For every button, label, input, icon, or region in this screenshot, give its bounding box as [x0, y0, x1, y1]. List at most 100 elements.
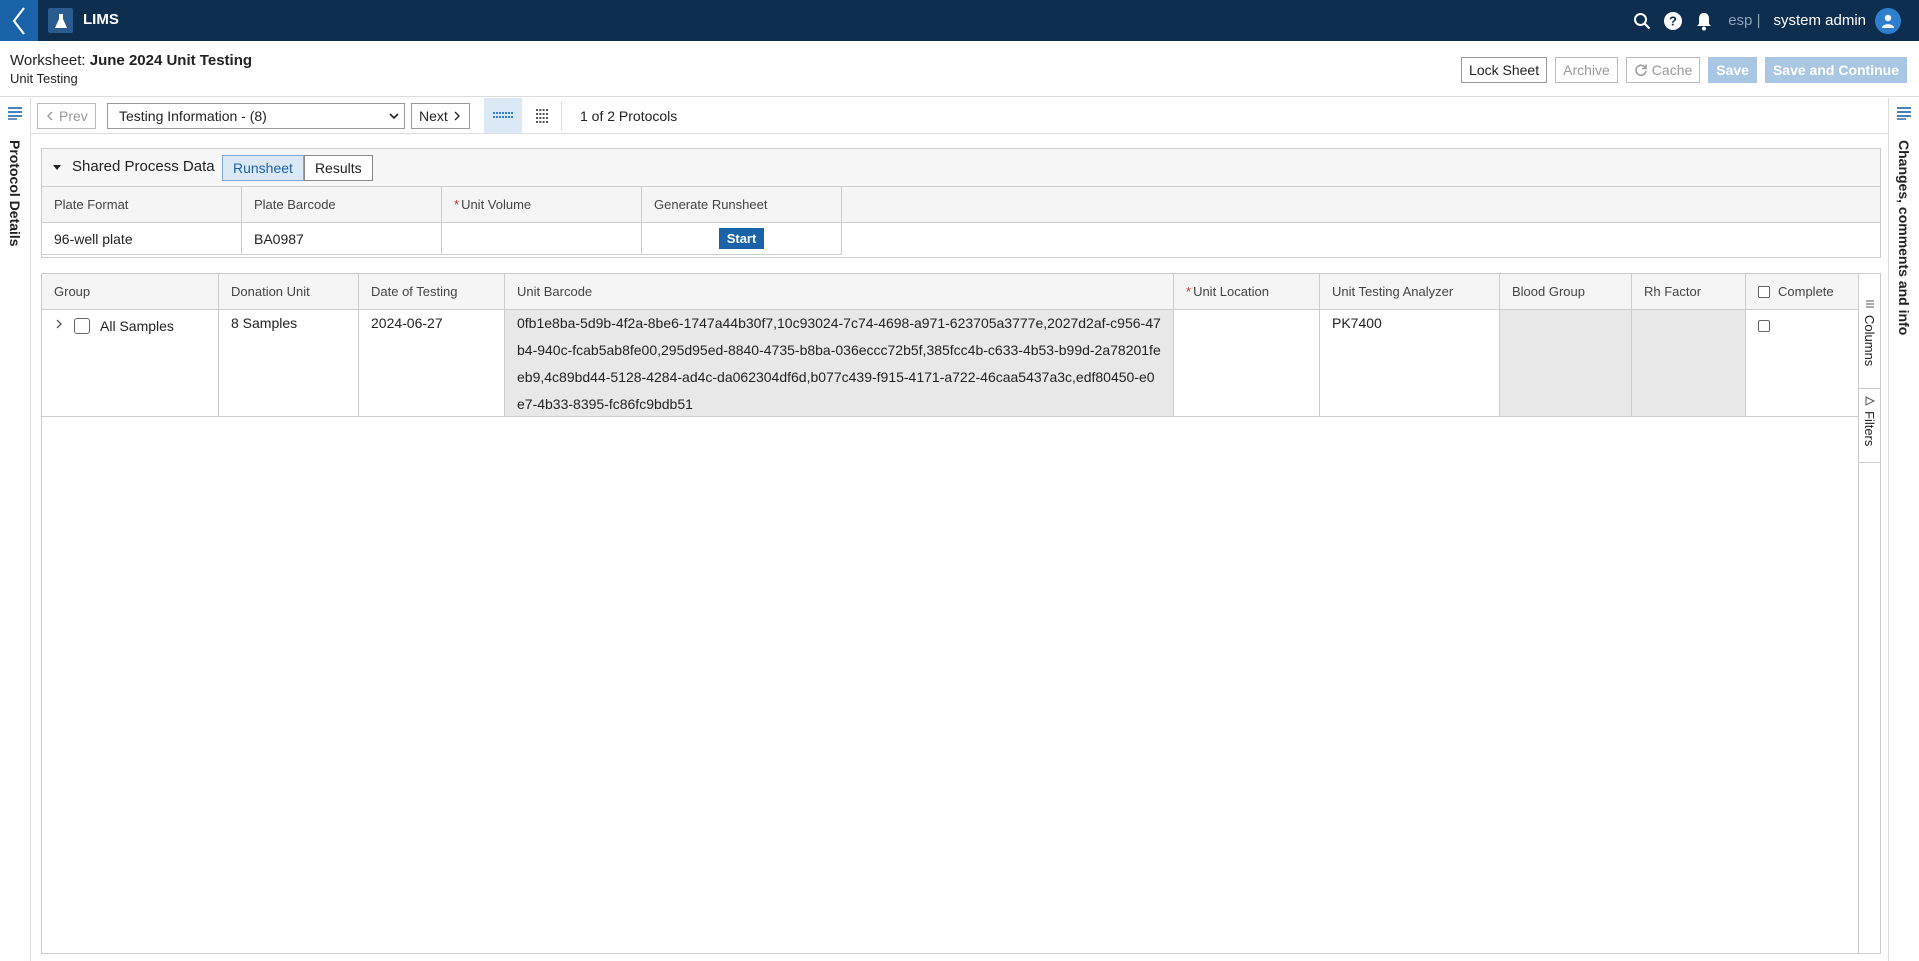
columns-icon: [1865, 300, 1874, 308]
flask-icon: [48, 8, 73, 33]
column-header[interactable]: Plate Format: [42, 187, 242, 222]
unit-barcode-cell[interactable]: 0fb1e8ba-5d9b-4f2a-8be6-1747a44b30f7,10c…: [505, 310, 1174, 416]
avatar[interactable]: [1875, 7, 1901, 34]
changes-comments-label[interactable]: Changes, comments and info: [1896, 140, 1912, 335]
blood-group-cell: [1500, 310, 1632, 416]
protocol-details-rail[interactable]: Protocol Details: [0, 98, 31, 961]
complete-cell: [1746, 310, 1859, 416]
shared-process-data-header: Shared Process Data Runsheet Results: [42, 149, 1880, 187]
protocol-select-value: Testing Information - (8): [119, 108, 267, 124]
next-button[interactable]: Next: [411, 103, 470, 129]
top-bar: LIMS ? esp | system admin: [0, 0, 1919, 41]
archive-button[interactable]: Archive: [1555, 57, 1618, 83]
prev-label: Prev: [59, 108, 88, 124]
app-title: LIMS: [83, 11, 119, 28]
unit-location-header-label: Unit Location: [1193, 284, 1269, 299]
caret-down-icon[interactable]: [52, 162, 62, 172]
column-header[interactable]: Donation Unit: [219, 274, 359, 309]
protocol-count: 1 of 2 Protocols: [580, 108, 678, 124]
help-icon[interactable]: ?: [1662, 10, 1684, 32]
cache-button[interactable]: Cache: [1625, 57, 1701, 83]
changes-comments-rail[interactable]: Changes, comments and info: [1888, 98, 1919, 961]
columns-tool[interactable]: Columns: [1862, 300, 1877, 366]
save-and-continue-button[interactable]: Save and Continue: [1764, 57, 1907, 83]
unit-volume-header-label: Unit Volume: [461, 197, 532, 212]
column-header[interactable]: * Unit Location: [1174, 274, 1320, 309]
chevron-left-icon: [47, 111, 53, 121]
select-all-complete-checkbox[interactable]: [1758, 285, 1770, 298]
search-icon[interactable]: [1631, 10, 1653, 32]
menu-lines-icon[interactable]: [7, 106, 23, 120]
save-button[interactable]: Save: [1708, 57, 1757, 83]
protocol-select[interactable]: Testing Information - (8): [107, 103, 405, 129]
column-header[interactable]: Date of Testing: [359, 274, 505, 309]
chevron-left-icon: [12, 6, 25, 35]
tenant-label: esp |: [1728, 12, 1761, 29]
column-header[interactable]: Blood Group: [1500, 274, 1632, 309]
grid-icon: [536, 108, 548, 123]
chevron-right-icon: [454, 111, 460, 121]
column-header[interactable]: Rh Factor: [1632, 274, 1746, 309]
grid-side-panel: Columns Filters: [1858, 274, 1880, 953]
protocol-details-label[interactable]: Protocol Details: [7, 140, 23, 247]
column-header[interactable]: Generate Runsheet: [642, 187, 842, 222]
table-row: All Samples 8 Samples 2024-06-27 0fb1e8b…: [42, 310, 1859, 417]
svg-text:?: ?: [1669, 13, 1677, 28]
row-view-toggle[interactable]: [484, 98, 522, 133]
divider: [1859, 388, 1880, 389]
worksheet-name: June 2024 Unit Testing: [89, 52, 253, 69]
complete-checkbox[interactable]: [1758, 320, 1770, 332]
user-icon: [1882, 14, 1894, 28]
tab-runsheet[interactable]: Runsheet: [222, 155, 304, 181]
start-button[interactable]: Start: [718, 228, 765, 249]
bell-icon[interactable]: [1693, 10, 1715, 32]
filter-icon: [1865, 396, 1875, 406]
analyzer-cell[interactable]: PK7400: [1320, 310, 1500, 416]
cache-label: Cache: [1651, 62, 1693, 78]
grid-header: Group Donation Unit Date of Testing Unit…: [42, 274, 1859, 310]
tab-results[interactable]: Results: [303, 155, 373, 181]
back-button[interactable]: [0, 0, 38, 41]
user-name[interactable]: system admin: [1773, 12, 1866, 29]
date-of-testing-cell[interactable]: 2024-06-27: [359, 310, 505, 416]
unit-volume-cell[interactable]: [442, 223, 642, 255]
column-header[interactable]: Plate Barcode: [242, 187, 442, 222]
column-header[interactable]: Unit Barcode: [505, 274, 1174, 309]
menu-lines-icon[interactable]: [1896, 106, 1912, 120]
grid-view-toggle[interactable]: [523, 98, 561, 133]
donation-unit-cell[interactable]: 8 Samples: [219, 310, 359, 416]
group-label: All Samples: [100, 318, 174, 334]
group-cell: All Samples: [42, 310, 219, 416]
column-header[interactable]: Unit Testing Analyzer: [1320, 274, 1500, 309]
chevron-right-icon[interactable]: [54, 318, 64, 330]
lock-sheet-button[interactable]: Lock Sheet: [1461, 57, 1548, 83]
refresh-icon: [1635, 64, 1647, 77]
columns-tool-label: Columns: [1862, 315, 1877, 367]
row-select-checkbox[interactable]: [74, 318, 90, 334]
column-header[interactable]: * Unit Volume: [442, 187, 642, 222]
plate-format-cell[interactable]: 96-well plate: [42, 223, 242, 255]
next-label: Next: [419, 108, 448, 124]
shared-process-table: Plate Format Plate Barcode * Unit Volume …: [42, 187, 1880, 255]
complete-header-label: Complete: [1778, 284, 1834, 299]
required-marker: *: [454, 197, 460, 212]
column-header: Complete: [1746, 274, 1859, 309]
filters-tool[interactable]: Filters: [1862, 396, 1877, 446]
generate-runsheet-cell: Start: [642, 223, 842, 255]
worksheet-label: Worksheet:: [10, 52, 86, 69]
prev-button[interactable]: Prev: [37, 103, 96, 129]
worksheet-header: Worksheet: June 2024 Unit Testing Unit T…: [0, 41, 1919, 97]
column-header[interactable]: Group: [42, 274, 219, 309]
required-marker: *: [1186, 284, 1192, 299]
shared-process-data-title: Shared Process Data: [72, 158, 215, 175]
page-title: Worksheet: June 2024 Unit Testing: [10, 52, 252, 69]
samples-grid: Group Donation Unit Date of Testing Unit…: [41, 273, 1881, 954]
worksheet-subtitle: Unit Testing: [10, 71, 78, 86]
protocol-nav-bar: Prev Testing Information - (8) Next 1 of…: [31, 98, 1888, 134]
chevron-down-icon: [389, 113, 399, 120]
shared-process-data-panel: Shared Process Data Runsheet Results Pla…: [41, 148, 1881, 258]
plate-barcode-cell[interactable]: BA0987: [242, 223, 442, 255]
table-row: 96-well plate BA0987 Start: [42, 223, 1880, 255]
unit-location-cell[interactable]: [1174, 310, 1320, 416]
filters-tool-label: Filters: [1862, 411, 1877, 447]
